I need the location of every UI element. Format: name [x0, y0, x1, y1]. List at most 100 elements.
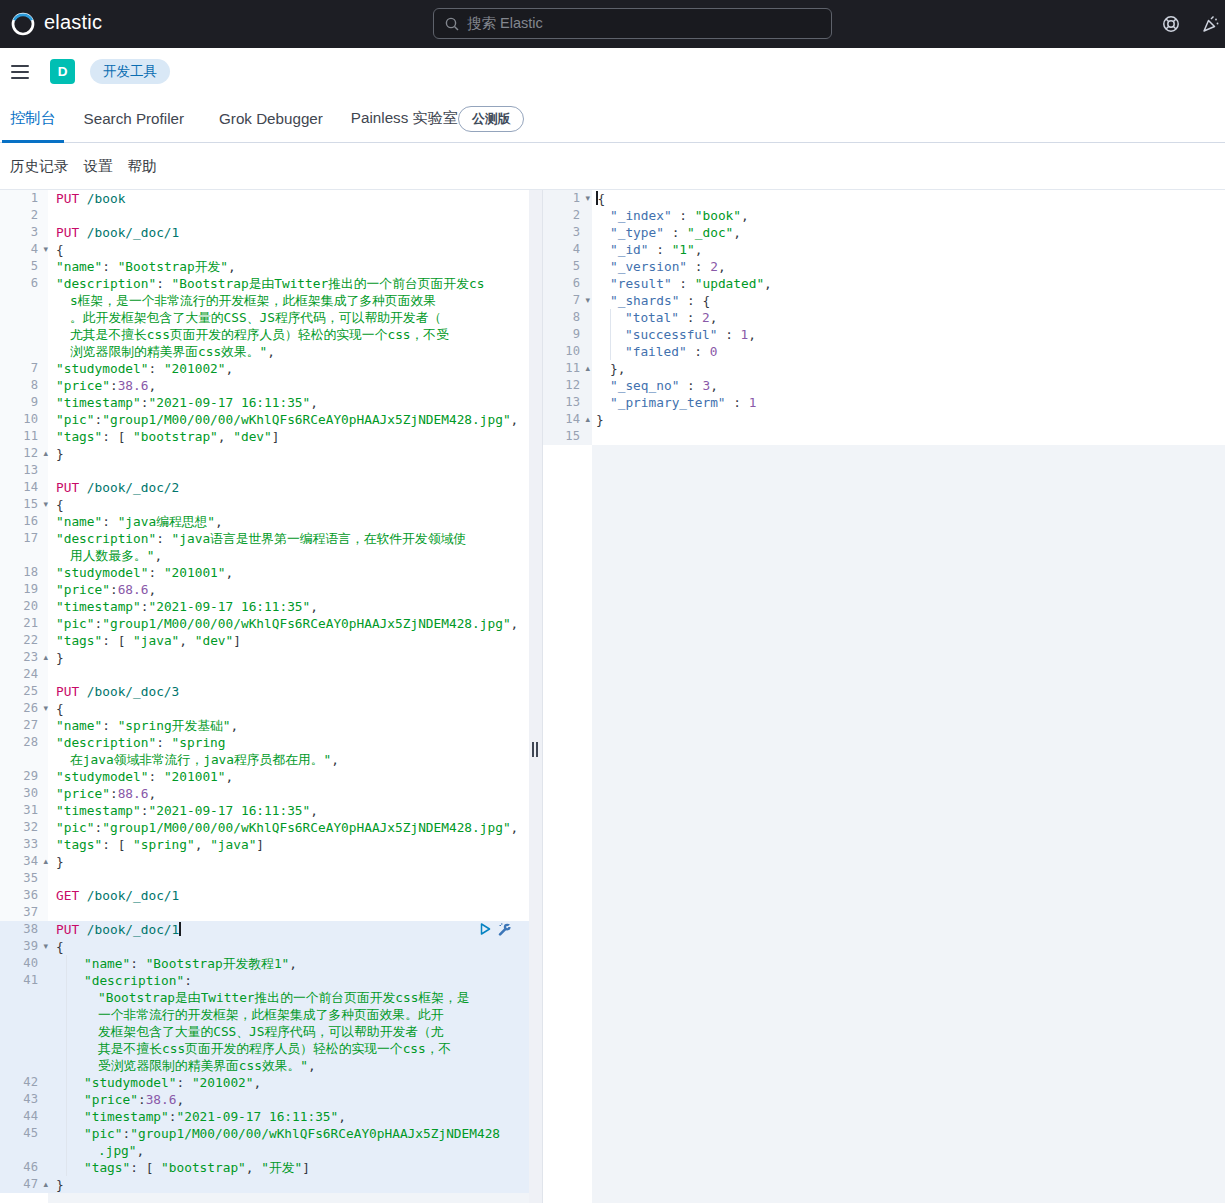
space-avatar[interactable]: D [50, 59, 75, 84]
send-request-icon[interactable] [478, 922, 492, 936]
menu-item-2[interactable]: 帮助 [128, 157, 157, 176]
editor-empty-area [48, 1193, 529, 1203]
menu-item-0[interactable]: 历史记录 [10, 157, 68, 176]
code-row: 23▴} [0, 649, 529, 666]
search-icon [445, 17, 459, 31]
code-row: s框架，是一个非常流行的开发框架，此框架集成了多种页面效果 [0, 292, 529, 309]
code-row: 27"name": "spring开发基础", [0, 717, 529, 734]
fold-close-icon[interactable]: ▴ [585, 411, 590, 428]
code-row: 44"timestamp":"2021-09-17 16:11:35", [0, 1108, 529, 1125]
code-row: 在java领域非常流行，java程序员都在用。", [0, 751, 529, 768]
search-placeholder: 搜索 Elastic [467, 14, 543, 33]
pane-resizer[interactable] [529, 190, 543, 1203]
code-row: 其是不擅长css页面开发的程序人员）轻松的实现一个css，不 [0, 1040, 529, 1057]
code-row: 6"description": "Bootstrap是由Twitter推出的一个… [0, 275, 529, 292]
code-row: 8"price":38.6, [0, 377, 529, 394]
code-row: 21"pic":"group1/M00/00/00/wKhlQFs6RCeAY0… [0, 615, 529, 632]
code-row: .jpg", [0, 1142, 529, 1159]
code-row: 18"studymodel": "201001", [0, 564, 529, 581]
code-row: 12▴} [0, 445, 529, 462]
code-row: 14PUT /book/_doc/2 [0, 479, 529, 496]
code-row: 9"successful" : 1, [543, 326, 1225, 343]
code-row: 20"timestamp":"2021-09-17 16:11:35", [0, 598, 529, 615]
code-row: 发框架包含了大量的CSS、JS程序代码，可以帮助开发者（尤 [0, 1023, 529, 1040]
code-row: 1PUT /book [0, 190, 529, 207]
code-row: 4▾{ [0, 241, 529, 258]
code-row: 19"price":68.6, [0, 581, 529, 598]
code-row: 38PUT /book/_doc/1 [0, 921, 529, 938]
tabs-bar: 控制台 Search Profiler Grok Debugger Painless … [0, 95, 1225, 143]
code-row: 33"tags": [ "spring", "java"] [0, 836, 529, 853]
code-row: 34▴} [0, 853, 529, 870]
code-row: 30"price":88.6, [0, 785, 529, 802]
beta-badge: 公测版 [458, 106, 524, 132]
code-row: "Bootstrap是由Twitter推出的一个前台页面开发css框架，是 [0, 989, 529, 1006]
code-row: 36GET /book/_doc/1 [0, 887, 529, 904]
tab-grok-debugger[interactable]: Grok Debugger [219, 95, 323, 143]
global-search-input[interactable]: 搜索 Elastic [433, 8, 832, 39]
code-row: 2"_index" : "book", [543, 207, 1225, 224]
code-row: 6"result" : "updated", [543, 275, 1225, 292]
code-row: 37 [0, 904, 529, 921]
tab-painless-实验室[interactable]: Painless 实验室 [351, 95, 458, 143]
code-row: 尤其是不擅长css页面开发的程序人员）轻松的实现一个css，不受 [0, 326, 529, 343]
code-row: 17"description": "java语言是世界第一编程语言，在软件开发领… [0, 530, 529, 547]
resizer-handle-icon[interactable] [532, 742, 540, 757]
menu-item-1[interactable]: 设置 [83, 157, 112, 176]
code-row: 1▾{ [543, 190, 1225, 207]
code-row: 8"total" : 2, [543, 309, 1225, 326]
code-row: 浏览器限制的精美界面css效果。", [0, 343, 529, 360]
console-output-editor[interactable]: 1▾{2"_index" : "book",3"_type" : "_doc",… [543, 190, 1225, 1203]
tab-console[interactable]: 控制台 [10, 95, 56, 143]
code-row: 29"studymodel": "201001", [0, 768, 529, 785]
code-row: 24 [0, 666, 529, 683]
code-row: 42"studymodel": "201002", [0, 1074, 529, 1091]
code-row: 10"failed" : 0 [543, 343, 1225, 360]
code-row: 13 [0, 462, 529, 479]
code-row: 43"price":38.6, [0, 1091, 529, 1108]
fold-close-icon[interactable]: ▴ [585, 360, 590, 377]
code-row: 13"_primary_term" : 1 [543, 394, 1225, 411]
code-row: 26▾{ [0, 700, 529, 717]
code-row: 32"pic":"group1/M00/00/00/wKhlQFs6RCeAY0… [0, 819, 529, 836]
code-row: 3"_type" : "_doc", [543, 224, 1225, 241]
console-toolbar: 历史记录设置帮助 200 - OK 21 ms [0, 143, 1225, 190]
fold-open-icon[interactable]: ▾ [585, 292, 590, 309]
code-row: 46"tags": [ "bootstrap", "开发"] [0, 1159, 529, 1176]
breadcrumb[interactable]: 开发工具 [90, 59, 170, 84]
code-row: 。此开发框架包含了大量的CSS、JS程序代码，可以帮助开发者（ [0, 309, 529, 326]
elastic-logo-icon[interactable] [10, 11, 36, 37]
console-input-editor[interactable]: 1PUT /book23PUT /book/_doc/14▾{5"name": … [0, 190, 529, 1203]
code-row: 15 [543, 428, 1225, 445]
tab-search-profiler[interactable]: Search Profiler [84, 95, 184, 143]
code-row: 4"_id" : "1", [543, 241, 1225, 258]
code-row: 47▴} [0, 1176, 529, 1193]
code-row: 9"timestamp":"2021-09-17 16:11:35", [0, 394, 529, 411]
code-row: 16"name": "java编程思想", [0, 513, 529, 530]
code-row: 11▴}, [543, 360, 1225, 377]
code-row: 15▾{ [0, 496, 529, 513]
code-row: 22"tags": [ "java", "dev"] [0, 632, 529, 649]
code-row: 45"pic":"group1/M00/00/00/wKhlQFs6RCeAY0… [0, 1125, 529, 1142]
code-row: 31"timestamp":"2021-09-17 16:11:35", [0, 802, 529, 819]
help-icon[interactable] [1162, 15, 1180, 33]
code-row: 40"name": "Bootstrap开发教程1", [0, 955, 529, 972]
code-row: 5"name": "Bootstrap开发", [0, 258, 529, 275]
code-row: 11"tags": [ "bootstrap", "dev"] [0, 428, 529, 445]
code-row: 7"studymodel": "201002", [0, 360, 529, 377]
code-row: 10"pic":"group1/M00/00/00/wKhlQFs6RCeAY0… [0, 411, 529, 428]
wrench-icon[interactable] [497, 922, 512, 936]
fold-open-icon[interactable]: ▾ [585, 190, 590, 207]
code-row: 7▾"_shards" : { [543, 292, 1225, 309]
code-row: 用人数最多。", [0, 547, 529, 564]
navbar: D 开发工具 [0, 48, 1225, 95]
menu-icon[interactable] [11, 65, 29, 80]
code-row: 39▾{ [0, 938, 529, 955]
editor-empty-area [592, 445, 1225, 1203]
code-row: 41"description": [0, 972, 529, 989]
code-row: 25PUT /book/_doc/3 [0, 683, 529, 700]
code-row: 5"_version" : 2, [543, 258, 1225, 275]
code-row: 35 [0, 870, 529, 887]
newsfeed-icon[interactable] [1202, 15, 1220, 33]
brand-title[interactable]: elastic [44, 11, 102, 34]
